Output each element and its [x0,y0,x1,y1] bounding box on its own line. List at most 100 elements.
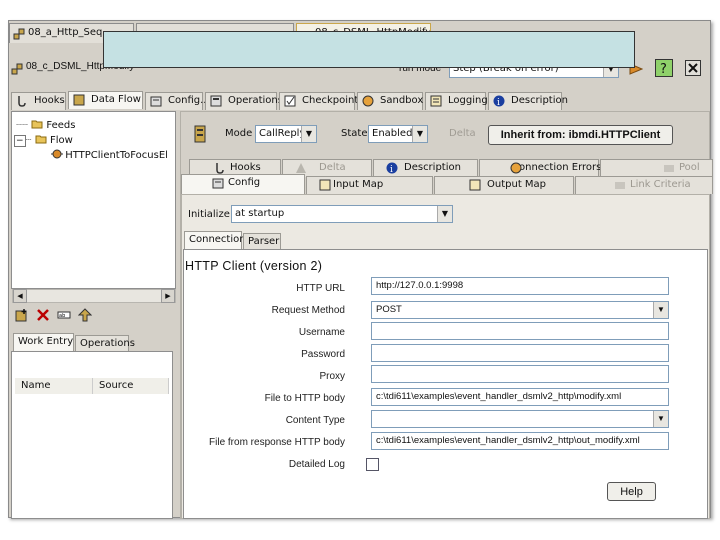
password-label: Password [301,349,345,360]
tree-item-flow[interactable]: − ┄ Flow [14,131,73,147]
chevron-down-icon: ▼ [437,206,452,222]
tab-label: Operations [228,95,283,106]
tab-connector-config[interactable]: Config [181,174,305,194]
tab-data-flow[interactable]: Data Flow [68,91,143,109]
data-flow-icon [73,94,85,106]
tab-label: Sandbox [380,95,424,106]
proxy-field[interactable] [371,365,669,383]
chevron-down-icon: ▼ [412,126,427,142]
username-field[interactable] [371,322,669,340]
hooks-icon [214,162,226,174]
config-icon [150,95,162,107]
inherit-from-button[interactable]: Inherit from: ibmdi.HTTPClient [488,125,673,145]
folder-open-icon [35,133,47,145]
tab-connector-description[interactable]: i Description [373,159,478,177]
mode-select[interactable]: CallReply ▼ [255,125,317,143]
tab-label: Delta [319,162,346,173]
tab-label: Checkpoint [302,95,359,106]
link-criteria-icon [614,179,626,191]
tab-link-criteria[interactable]: Link Criteria [575,176,713,194]
password-field[interactable] [371,344,669,362]
tab-checkpoint[interactable]: Checkpoint [279,92,359,110]
close-icon[interactable] [685,60,701,76]
tab-input-map[interactable]: Input Map [306,176,433,194]
connector-icon [50,148,63,160]
svg-text:i: i [390,165,393,174]
delete-icon[interactable] [36,308,50,322]
column-label: Name [21,380,51,391]
content-type-select[interactable]: ▼ [371,410,669,428]
tab-connection[interactable]: Connection [184,231,246,249]
info-icon: i [493,95,505,108]
rename-icon[interactable]: ab [57,308,71,322]
tab-connection-errors[interactable]: Connection Errors [479,159,601,177]
file-to-http-body-field[interactable]: c:\tdi611\examples\event_handler_dsmlv2_… [371,388,669,406]
tab-output-map[interactable]: Output Map [434,176,574,194]
tab-description[interactable]: i Description [488,92,568,110]
editor-tab-label: 08_a_Http_Seq [28,27,103,38]
tab-logging[interactable]: Logging [425,92,488,110]
tab-operations[interactable]: Operations [205,92,283,110]
scroll-right-icon[interactable]: ▶ [161,289,175,303]
mode-value: CallReply [259,128,306,139]
tab-work-operations[interactable]: Operations [75,335,135,351]
help-icon[interactable]: ? [655,59,673,77]
scroll-left-icon[interactable]: ◀ [13,289,27,303]
config-icon [212,177,224,189]
assembly-line-icon [11,63,23,75]
overlay-box [103,31,635,68]
connector-type-icon [193,125,207,143]
chevron-down-icon: ▼ [653,302,668,318]
assembly-line-icon [13,28,25,40]
svg-text:i: i [497,98,500,107]
tab-hooks[interactable]: Hooks [11,92,66,110]
work-entry-table [11,351,173,519]
http-url-field[interactable]: http://127.0.0.1:9998 [371,277,669,295]
tree-horizontal-scrollbar[interactable]: ◀ ▶ [12,289,176,303]
state-label: State [341,128,368,139]
tab-label: Operations [80,338,135,349]
tree-item-connector[interactable]: HTTPClientToFocusEl [50,146,168,161]
add-component-icon[interactable] [15,308,29,322]
mode-label: Mode [225,128,253,139]
content-type-label: Content Type [285,415,345,426]
tab-label: Config... [168,95,210,106]
sandbox-icon [362,95,374,107]
tab-parser[interactable]: Parser [243,233,281,249]
request-method-select[interactable]: POST ▼ [371,301,669,319]
tab-label: Hooks [34,95,65,106]
request-method-label: Request Method [271,305,345,316]
help-button[interactable]: Help [607,482,656,501]
tree-label: HTTPClientToFocusEl [65,150,168,161]
tab-config[interactable]: Config... [145,92,210,110]
tab-label: Work Entry [18,336,74,347]
detailed-log-label: Detailed Log [288,459,345,470]
tree-item-feeds[interactable]: ┄┄ Feeds [16,116,76,131]
operations-icon [210,95,222,107]
proxy-label: Proxy [319,371,345,382]
initialize-select[interactable]: at startup ▼ [231,205,453,223]
svg-text:?: ? [660,62,667,77]
file-from-response-label: File from response HTTP body [209,437,345,448]
tab-sandbox[interactable]: Sandbox [357,92,423,110]
checkpoint-icon [284,95,296,107]
tab-label: Input Map [333,179,384,190]
tab-work-entry[interactable]: Work Entry [13,333,74,351]
tab-label: Description [511,95,568,106]
tab-label: Connection [189,234,246,245]
initialize-value: at startup [235,208,285,219]
chevron-down-icon: ▼ [653,411,668,427]
request-method-value: POST [376,304,402,315]
pool-icon [663,162,675,174]
tab-pool[interactable]: Pool [600,159,713,177]
state-select[interactable]: Enabled ▼ [368,125,428,143]
column-header-name[interactable]: Name [15,378,93,394]
detailed-log-checkbox[interactable] [366,458,379,471]
file-from-response-field[interactable]: c:\tdi611\examples\event_handler_dsmlv2_… [371,432,669,450]
svg-text:ab: ab [59,313,65,319]
column-label: Source [99,380,134,391]
hooks-icon [16,95,28,107]
column-header-source[interactable]: Source [93,378,169,394]
move-up-icon[interactable] [77,308,93,322]
form-title: HTTP Client (version 2) [185,259,323,273]
